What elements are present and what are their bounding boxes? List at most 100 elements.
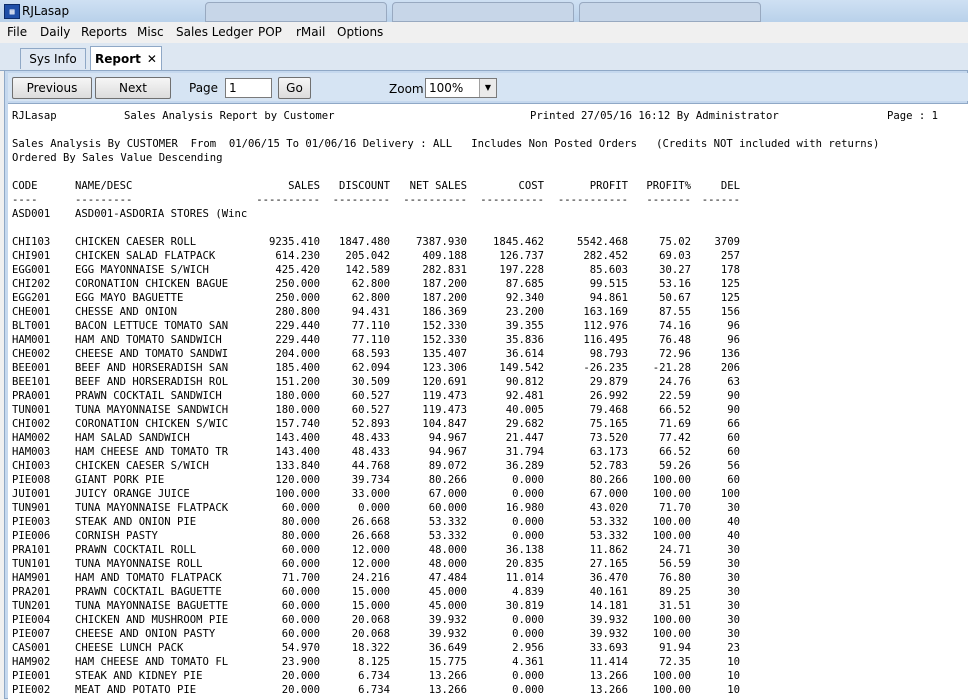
customer-code: ASD001 (12, 208, 51, 220)
cell-del: 30 (727, 558, 740, 570)
menu-bar: File Daily Reports Misc Sales Ledger POP… (0, 22, 968, 43)
report-ordering: Ordered By Sales Value Descending (12, 152, 223, 164)
page-number: Page : 1 (887, 110, 939, 122)
zoom-select[interactable]: 100% ▼ (425, 78, 497, 98)
cell-del: 125 (720, 292, 740, 304)
zoom-label: Zoom (389, 82, 424, 96)
cell-del: 3709 (714, 236, 740, 248)
table-row: HAM002 HAM SALAD SANDWICH 143.400 48.433 94.… (8, 431, 968, 445)
tab-report[interactable]: Report ✕ (90, 46, 162, 70)
title-bar: ▦ RJLasap (0, 0, 968, 22)
table-row: HAM003 HAM CHEESE AND TOMATO TR 143.400 48.… (8, 445, 968, 459)
zoom-value: 100% (429, 81, 464, 95)
table-row: BLT001 BACON LETTUCE TOMATO SAN 229.440 77.… (8, 319, 968, 333)
table-row: PIE004 CHICKEN AND MUSHROOM PIE 60.000 20.0… (8, 613, 968, 627)
table-row: PIE006 CORNISH PASTY 80.000 26.668 53.332 0.0… (8, 529, 968, 543)
col-del: DEL (720, 180, 740, 192)
next-button[interactable]: Next (95, 77, 171, 99)
background-window-tab (392, 2, 574, 22)
cell-del: 30 (727, 502, 740, 514)
customer-row: ASD001 ASD001-ASDORIA STORES (Winc (8, 207, 968, 221)
report-app-name: RJLasap (12, 110, 57, 122)
cell-del: 30 (727, 572, 740, 584)
underline: ------ (701, 194, 740, 206)
cell-del: 96 (727, 334, 740, 346)
cell-del: 156 (720, 306, 740, 318)
menu-options[interactable]: Options (337, 25, 383, 39)
cell-del: 96 (727, 320, 740, 332)
cell-del: 10 (727, 656, 740, 668)
table-row: EGG201 EGG MAYO BAGUETTE 250.000 62.800 187.… (8, 291, 968, 305)
tab-sys-info[interactable]: Sys Info (20, 48, 86, 69)
cell-del: 136 (720, 348, 740, 360)
menu-pop[interactable]: POP (258, 25, 282, 39)
table-row: TUN201 TUNA MAYONNAISE BAGUETTE 60.000 15.0… (8, 599, 968, 613)
table-row: TUN901 TUNA MAYONNAISE FLATPACK 60.000 0.00… (8, 501, 968, 515)
cell-del: 257 (720, 250, 740, 262)
table-row: CHI002 CORONATION CHICKEN S/WIC 157.740 52.… (8, 417, 968, 431)
previous-button[interactable]: Previous (12, 77, 92, 99)
cell-del: 66 (727, 418, 740, 430)
cell-del: 90 (727, 390, 740, 402)
app-grid-icon[interactable]: ▦ (4, 4, 20, 19)
table-row: CHE001 CHESSE AND ONION 280.800 94.431 186.3… (8, 305, 968, 319)
chevron-down-icon[interactable]: ▼ (479, 79, 496, 97)
cell-del: 63 (727, 376, 740, 388)
table-row: TUN001 TUNA MAYONNAISE SANDWICH 180.000 60.… (8, 403, 968, 417)
cell-del: 125 (720, 278, 740, 290)
window-title: RJLasap (22, 4, 70, 18)
table-row: PRA201 PRAWN COCKTAIL BAGUETTE 60.000 15.00… (8, 585, 968, 599)
cell-del: 100 (720, 488, 740, 500)
cell-del: 10 (727, 684, 740, 696)
table-row: PIE002 MEAT AND POTATO PIE 20.000 6.734 13.2… (8, 683, 968, 697)
menu-file[interactable]: File (7, 25, 27, 39)
cell-del: 90 (727, 404, 740, 416)
table-row: CHI901 CHICKEN SALAD FLATPACK 614.230 205.0… (8, 249, 968, 263)
tab-report-label: Report (95, 52, 141, 66)
table-row: BEE101 BEEF AND HORSERADISH ROL 151.200 30.… (8, 375, 968, 389)
page-input[interactable]: 1 (225, 78, 272, 98)
column-header-row: CODE NAME/DESC SALES DISCOUNT NET SALES … (8, 179, 968, 193)
cell-del: 30 (727, 600, 740, 612)
table-row: JUI001 JUICY ORANGE JUICE 100.000 33.000 67.… (8, 487, 968, 501)
table-row: PIE003 STEAK AND ONION PIE 80.000 26.668 53.… (8, 515, 968, 529)
close-icon[interactable]: ✕ (147, 52, 157, 66)
table-row: HAM902 HAM CHEESE AND TOMATO FL 23.900 8.12… (8, 655, 968, 669)
report-view[interactable]: RJLasap Sales Analysis Report by Custome… (8, 103, 968, 700)
table-row: HAM901 HAM AND TOMATO FLATPACK 71.700 24.21… (8, 571, 968, 585)
column-underline-row: ---- --------- ---------- --------- ----… (8, 193, 968, 207)
table-row: CHE002 CHEESE AND TOMATO SANDWI 204.000 68.… (8, 347, 968, 361)
report-title: Sales Analysis Report by Customer (124, 110, 335, 122)
menu-misc[interactable]: Misc (137, 25, 164, 39)
menu-rmail[interactable]: rMail (296, 25, 325, 39)
table-row: PIE001 STEAK AND KIDNEY PIE 20.000 6.734 13.… (8, 669, 968, 683)
table-row: CAS001 CHEESE LUNCH PACK 54.970 18.322 36.64… (8, 641, 968, 655)
go-button[interactable]: Go (278, 77, 311, 99)
cell-del: 40 (727, 516, 740, 528)
background-window-tab (579, 2, 761, 22)
cell-del: 60 (727, 432, 740, 444)
tab-strip: Sys Info Report ✕ (0, 43, 968, 71)
background-window-tab (205, 2, 387, 22)
cell-del: 60 (727, 474, 740, 486)
menu-reports[interactable]: Reports (81, 25, 127, 39)
table-row: PRA001 PRAWN COCKTAIL SANDWICH 180.000 60.5… (8, 389, 968, 403)
table-row: TUN101 TUNA MAYONNAISE ROLL 60.000 12.000 48… (8, 557, 968, 571)
page-label: Page (189, 81, 219, 95)
table-row: EGG001 EGG MAYONNAISE S/WICH 425.420 142.58… (8, 263, 968, 277)
table-row: CHI202 CORONATION CHICKEN BAGUE 250.000 62.… (8, 277, 968, 291)
cell-del: 56 (727, 460, 740, 472)
table-row: BEE001 BEEF AND HORSERADISH SAN 185.400 62.… (8, 361, 968, 375)
menu-sales-ledger[interactable]: Sales Ledger (176, 25, 253, 39)
cell-del: 30 (727, 614, 740, 626)
cell-del: 206 (720, 362, 740, 374)
cell-del: 40 (727, 530, 740, 542)
printed-info: Printed 27/05/16 16:12 By Administrator (530, 110, 779, 122)
cell-del: 30 (727, 544, 740, 556)
cell-del: 10 (727, 670, 740, 682)
table-row: PIE007 CHEESE AND ONION PASTY 60.000 20.068… (8, 627, 968, 641)
cell-del: 60 (727, 446, 740, 458)
table-row: CHI103 CHICKEN CAESER ROLL 9235.410 1847.48… (8, 235, 968, 249)
menu-daily[interactable]: Daily (40, 25, 70, 39)
cell-del: 30 (727, 628, 740, 640)
